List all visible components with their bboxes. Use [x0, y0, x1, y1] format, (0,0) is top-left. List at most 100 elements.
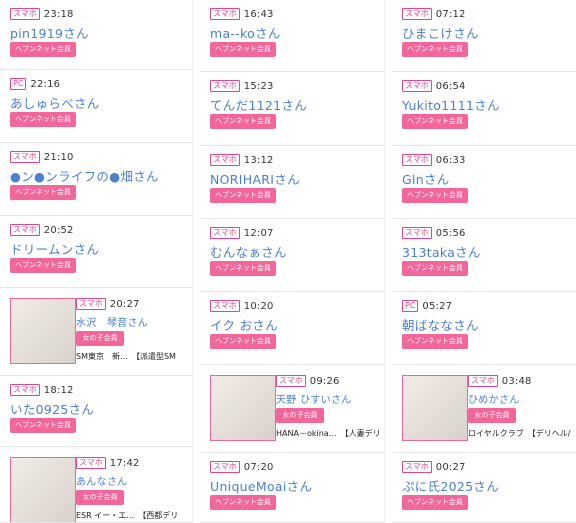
member-visitor-card[interactable]: PC 05:27 朝ばななさん ヘブンネット会員 — [392, 292, 576, 365]
visitor-name-link[interactable]: いた0925さん — [10, 399, 94, 418]
member-visitor-card[interactable]: スマホ 18:12 いた0925さん ヘブンネット会員 — [0, 376, 192, 447]
visitor-name-link[interactable]: 水沢 琴音さん — [76, 314, 148, 329]
member-visitor-card[interactable]: スマホ 23:18 pin1919さん ヘブンネット会員 — [0, 0, 192, 70]
girl-visitor-card[interactable]: スマホ 09:26 天野 ひすいさん 女の子会員 HANA－okina… 【人妻デリ — [200, 365, 384, 453]
member-visitor-card[interactable]: スマホ 21:10 ●ン●ンライフの●畑さん ヘブンネット会員 — [0, 143, 192, 216]
visit-time: 05:27 — [422, 300, 453, 312]
device-tag: スマホ — [10, 8, 40, 20]
device-tag: スマホ — [402, 8, 432, 20]
device-tag: スマホ — [10, 151, 40, 163]
visit-info-row: スマホ 16:43 — [210, 8, 274, 20]
visit-time: 13:12 — [243, 154, 274, 166]
visitor-name-link[interactable]: Yukito1111さん — [402, 95, 500, 114]
visit-info-row: スマホ 07:20 — [210, 461, 274, 473]
column-divider — [192, 0, 193, 523]
device-tag: スマホ — [10, 384, 40, 396]
member-visitor-card[interactable]: スマホ 20:52 ドリームンさん ヘブンネット会員 — [0, 216, 192, 288]
visitor-name-link[interactable]: Glnさん — [402, 169, 450, 188]
heaven-member-badge: ヘブンネット会員 — [402, 188, 468, 203]
girl-visitor-card[interactable]: スマホ 17:42 あんなさん 女の子会員 ESR イー・エ… 【西都デリ — [0, 447, 192, 523]
heaven-member-badge: ヘブンネット会員 — [210, 188, 276, 203]
visitor-column: スマホ 16:43 ma--koさん ヘブンネット会員 スマホ 15:23 てんだ1121さ… — [200, 0, 384, 523]
visitor-column: スマホ 07:12 ひまこけさん ヘブンネット会員 スマホ 06:54 Yukito1111… — [392, 0, 576, 523]
visit-info-row: スマホ 07:12 — [402, 8, 466, 20]
visit-time: 18:12 — [43, 384, 74, 396]
girl-visitor-card[interactable]: スマホ 20:27 水沢 琴音さん 女の子会員 SM東京 新… 【派遣型SM — [0, 288, 192, 376]
visit-time: 05:56 — [435, 227, 466, 239]
device-tag: スマホ — [210, 300, 240, 312]
girl-member-badge: 女の子会員 — [468, 408, 516, 423]
member-visitor-card[interactable]: スマホ 06:33 Glnさん ヘブンネット会員 — [392, 146, 576, 219]
visitor-name-link[interactable]: あんなさん — [76, 473, 128, 488]
visitor-name-link[interactable]: NORIHARIさん — [210, 169, 300, 188]
store-name[interactable]: SM東京 新… 【派遣型SM — [76, 351, 190, 362]
visit-info-row: スマホ 05:56 — [402, 227, 466, 239]
visit-time: 22:16 — [30, 78, 61, 90]
member-visitor-card[interactable]: スマホ 10:20 イク おさん ヘブンネット会員 — [200, 292, 384, 365]
member-visitor-card[interactable]: スマホ 06:54 Yukito1111さん ヘブンネット会員 — [392, 72, 576, 146]
device-tag: スマホ — [210, 80, 240, 92]
visit-info-row: スマホ 10:20 — [210, 300, 274, 312]
device-tag: スマホ — [210, 461, 240, 473]
visit-time: 17:42 — [109, 457, 140, 469]
device-tag: スマホ — [468, 375, 498, 387]
visitor-name-link[interactable]: 313takaさん — [402, 242, 481, 261]
visit-time: 15:23 — [243, 80, 274, 92]
visit-time: 20:27 — [109, 298, 140, 310]
visit-time: 20:52 — [43, 224, 74, 236]
member-visitor-card[interactable]: スマホ 13:12 NORIHARIさん ヘブンネット会員 — [200, 146, 384, 219]
visit-time: 00:27 — [435, 461, 466, 473]
visitor-name-link[interactable]: あしゅらべさん — [10, 93, 100, 112]
visit-info-row: スマホ 03:48 — [468, 375, 532, 387]
visit-time: 06:33 — [435, 154, 466, 166]
member-visitor-card[interactable]: スマホ 07:12 ひまこけさん ヘブンネット会員 — [392, 0, 576, 72]
profile-photo[interactable] — [210, 375, 276, 441]
visitor-name-link[interactable]: イク おさん — [210, 315, 278, 334]
visitor-name-link[interactable]: ひまこけさん — [402, 23, 479, 42]
profile-photo[interactable] — [10, 457, 76, 522]
visit-time: 03:48 — [501, 375, 532, 387]
visitor-name-link[interactable]: ぷに氏2025さん — [402, 476, 499, 495]
visitor-name-link[interactable]: UniqueMoaiさん — [210, 476, 312, 495]
visit-time: 06:54 — [435, 80, 466, 92]
device-tag: スマホ — [402, 80, 432, 92]
store-name[interactable]: ESR イー・エ… 【西都デリ — [76, 510, 190, 521]
visit-time: 07:12 — [435, 8, 466, 20]
store-name[interactable]: HANA－okina… 【人妻デリ — [276, 428, 382, 439]
visitor-name-link[interactable]: むんなぁさん — [210, 242, 287, 261]
visit-time: 09:26 — [309, 375, 340, 387]
device-tag: スマホ — [210, 154, 240, 166]
visitor-name-link[interactable]: ドリームンさん — [10, 239, 99, 258]
visit-time: 07:20 — [243, 461, 274, 473]
visitor-name-link[interactable]: 朝ばななさん — [402, 315, 479, 334]
profile-photo[interactable] — [402, 375, 468, 441]
profile-photo[interactable] — [10, 298, 76, 364]
member-visitor-card[interactable]: スマホ 12:07 むんなぁさん ヘブンネット会員 — [200, 219, 384, 292]
member-visitor-card[interactable]: スマホ 05:56 313takaさん ヘブンネット会員 — [392, 219, 576, 292]
heaven-member-badge: ヘブンネット会員 — [210, 495, 276, 510]
member-visitor-card[interactable]: スマホ 16:43 ma--koさん ヘブンネット会員 — [200, 0, 384, 72]
store-name[interactable]: ロイヤルクラブ 【デリヘル/ — [468, 428, 574, 439]
girl-member-badge: 女の子会員 — [76, 490, 124, 505]
visit-time: 23:18 — [43, 8, 74, 20]
device-tag: スマホ — [276, 375, 306, 387]
device-tag: スマホ — [210, 8, 240, 20]
member-visitor-card[interactable]: PC 22:16 あしゅらべさん ヘブンネット会員 — [0, 70, 192, 143]
heaven-member-badge: ヘブンネット会員 — [10, 185, 76, 200]
visit-info-row: スマホ 20:52 — [10, 224, 74, 236]
visitor-name-link[interactable]: ひめかさん — [468, 391, 520, 406]
girl-visitor-card[interactable]: スマホ 03:48 ひめかさん女の子会員ロイヤルクラブ 【デリヘル/ — [392, 365, 576, 453]
member-visitor-card[interactable]: スマホ 15:23 てんだ1121さん ヘブンネット会員 — [200, 72, 384, 146]
member-visitor-card[interactable]: スマホ 00:27 ぷに氏2025さん ヘブンネット会員 — [392, 453, 576, 523]
visitor-name-link[interactable]: てんだ1121さん — [210, 95, 307, 114]
visitor-name-link[interactable]: 天野 ひすいさん — [276, 391, 352, 406]
member-visitor-card[interactable]: スマホ 07:20 UniqueMoaiさん ヘブンネット会員 — [200, 453, 384, 523]
heaven-member-badge: ヘブンネット会員 — [402, 261, 468, 276]
visit-info-row: スマホ 21:10 — [10, 151, 74, 163]
device-tag: スマホ — [402, 154, 432, 166]
visitor-name-link[interactable]: pin1919さん — [10, 23, 89, 42]
visitor-name-link[interactable]: ●ン●ンライフの●畑さん — [10, 166, 159, 185]
visit-info-row: スマホ 23:18 — [10, 8, 74, 20]
heaven-member-badge: ヘブンネット会員 — [402, 495, 468, 510]
visitor-name-link[interactable]: ma--koさん — [210, 23, 281, 42]
